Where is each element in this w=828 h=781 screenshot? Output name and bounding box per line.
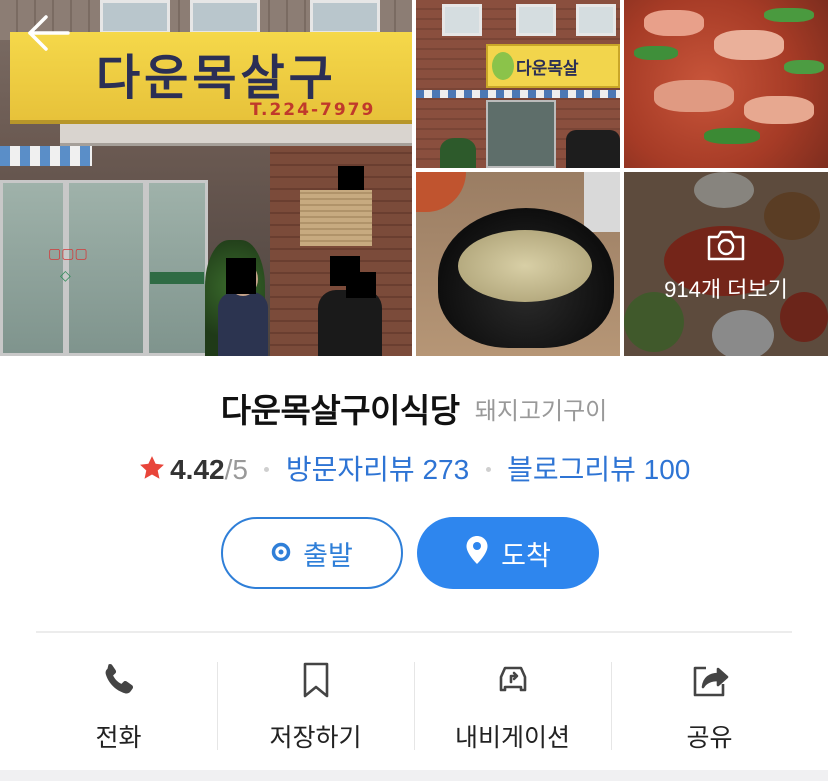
visitor-reviews-link[interactable]: 방문자리뷰 273 [286,454,469,485]
call-button[interactable]: 전화 [20,650,217,762]
glass [584,172,620,232]
store-signboard: 다운목살 [486,44,620,88]
depart-button[interactable]: 출발 [221,517,403,589]
photo-dim-overlay [624,172,828,356]
phone-icon [99,660,139,700]
separator-dot [485,467,491,472]
arrive-button[interactable]: 도착 [417,517,599,589]
green-pepper [634,46,678,60]
door-decal: ◇ [60,268,71,284]
place-name: 다운목살구이식당 [220,391,460,430]
window [576,4,616,36]
meat-slice [714,30,784,60]
glass-door [146,180,208,356]
signboard-name: 다운목살 [516,59,579,79]
star-icon [138,454,166,482]
navigation-button[interactable]: 내비게이션 [414,650,611,762]
rating-score: 4.42 [170,454,225,485]
origin-dot-icon [271,538,291,569]
meat-slice [644,10,704,36]
location-pin-icon [465,535,489,572]
share-icon [690,660,730,700]
meat-slice [744,96,814,124]
privacy-mask [346,272,376,298]
rating-max: /5 [224,454,248,485]
bottom-section-divider [0,770,828,781]
potted-plant [440,138,476,168]
person [318,290,382,356]
parked-car [566,130,620,168]
place-header: 다운목살구이식당 돼지고기구이 [0,384,828,436]
blog-reviews-link[interactable]: 블로그리뷰 100 [507,454,690,485]
bookmark-icon [296,660,336,700]
share-button[interactable]: 공유 [611,650,808,762]
photo-gallery: 다운목살구 T.224-7979 ▢▢▢ ◇ 다운목살 914개 더보기 [0,0,828,356]
door-decal: ▢▢▢ [48,246,88,262]
bamboo-blind [300,190,372,246]
spicy-dish-photo[interactable] [624,0,828,168]
arrive-label: 도착 [501,540,551,572]
share-label: 공유 [686,723,733,752]
window [190,0,260,34]
green-pepper [784,60,824,74]
storefront-photo[interactable]: 다운목살구 T.224-7979 ▢▢▢ ◇ [0,0,412,356]
door-decal-strip [150,272,204,284]
green-pepper [704,128,760,144]
green-pepper [764,8,814,22]
awning [60,124,412,146]
rating-row: 4.42/5 방문자리뷰 273 블로그리뷰 100 [0,448,828,485]
window [100,0,170,34]
window [516,4,556,36]
soup [458,230,592,302]
navigation-label: 내비게이션 [454,723,570,752]
camera-icon [706,228,746,262]
more-photos-tile[interactable]: 914개 더보기 [624,172,828,356]
save-label: 저장하기 [269,723,362,752]
signboard-phone: T.224-7979 [250,100,376,120]
glass-door [0,180,66,356]
pig-logo [492,52,514,80]
striped-awning [416,90,620,98]
window [442,4,482,36]
place-category: 돼지고기구이 [474,396,608,425]
meat-slice [654,80,734,112]
window [310,0,380,34]
signboard-name: 다운목살구 [96,50,337,106]
arrow-left-icon[interactable] [26,10,72,56]
store-entrance [486,100,556,168]
divider [36,631,792,633]
action-bar: 전화 저장하기 내비게이션 공유 [20,650,808,762]
save-button[interactable]: 저장하기 [217,650,414,762]
depart-label: 출발 [303,540,353,572]
kimchi-side-dish [416,172,466,212]
privacy-mask [226,258,256,294]
striped-awning [0,146,92,166]
person [218,292,268,356]
privacy-mask [338,166,364,190]
more-photos-label: 914개 더보기 [664,277,788,302]
separator-dot [264,467,270,472]
storefront-photo-small[interactable]: 다운목살 [416,0,620,168]
glass-door [66,180,146,356]
stew-pot-photo[interactable] [416,172,620,356]
call-label: 전화 [95,723,142,752]
navigation-car-icon [493,660,533,700]
